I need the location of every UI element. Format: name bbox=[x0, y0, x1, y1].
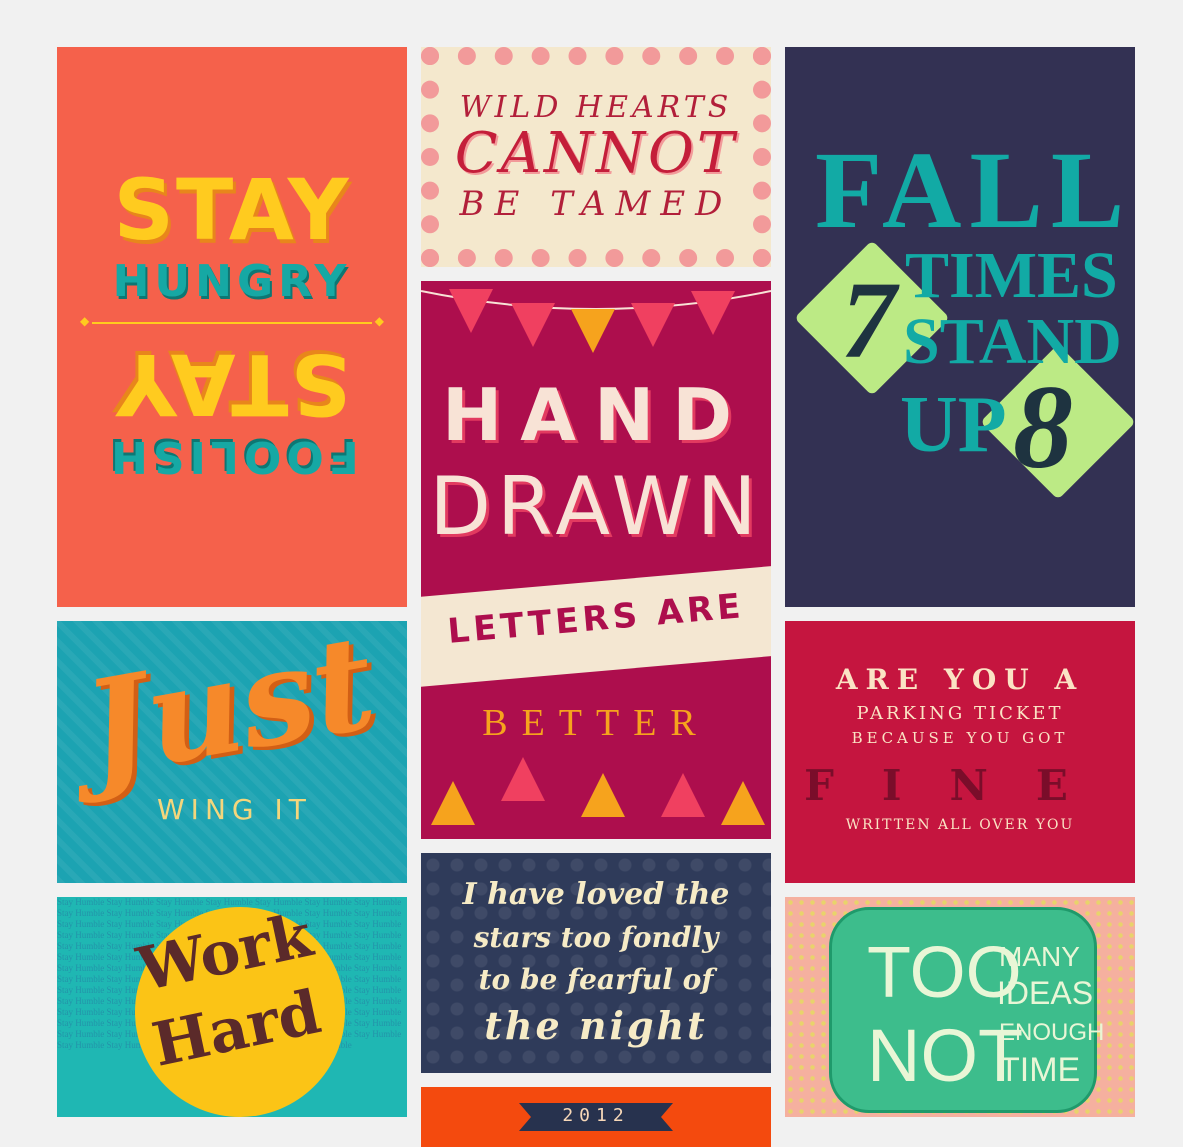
card-parking-line3: BECAUSE YOU GOT bbox=[851, 729, 1069, 747]
card-stars-line4: the night bbox=[484, 1003, 708, 1048]
card-2012[interactable]: 2012 bbox=[421, 1087, 771, 1147]
card-too-word6: TIME bbox=[999, 1051, 1081, 1089]
card-work-hard[interactable]: Stay Humble Stay Humble Stay Humble Stay… bbox=[57, 897, 407, 1117]
card-parking-ticket[interactable]: ARE YOU A PARKING TICKET BECAUSE YOU GOT… bbox=[785, 621, 1135, 883]
card-stay-hungry-flipped: FOOLISH STAY bbox=[105, 335, 359, 486]
card-stay-hungry-line3: FOOLISH bbox=[105, 431, 359, 482]
bunting-flag bbox=[571, 309, 615, 353]
card-stay-hungry[interactable]: STAY HUNGRY FOOLISH STAY bbox=[57, 47, 407, 607]
card-stars-line2: stars too fondly bbox=[473, 921, 719, 954]
card-hand-line1: HAND bbox=[441, 373, 750, 457]
card-stay-hungry-line4: STAY bbox=[113, 335, 351, 433]
card-stars-line1: I have loved the bbox=[462, 877, 730, 912]
decorative-border bbox=[421, 47, 771, 267]
card-too-word5: ENOUGH bbox=[999, 1019, 1105, 1046]
card-parking-line5: WRITTEN ALL OVER YOU bbox=[845, 817, 1075, 833]
card-fall-seven[interactable]: FALL 7 TIMES STAND UP 8 bbox=[785, 47, 1135, 607]
bunting-flag bbox=[691, 291, 735, 335]
card-fall-line4: UP bbox=[900, 381, 1007, 469]
card-parking-line4: FINE bbox=[804, 761, 1116, 810]
card-too-word2: MANY bbox=[999, 941, 1080, 972]
card-fall-num2: 8 bbox=[1013, 360, 1073, 493]
card-just-line2: WING IT bbox=[157, 793, 312, 826]
card-too-many-ideas[interactable]: TOO MANY IDEAS NOT ENOUGH TIME bbox=[785, 897, 1135, 1117]
card-just-wing-it[interactable]: Just WING IT bbox=[57, 621, 407, 883]
card-stars-line3: to be fearful of bbox=[478, 963, 714, 996]
card-wild-hearts[interactable]: WILD HEARTS CANNOT BE TAMED bbox=[421, 47, 771, 267]
bunting-flag bbox=[581, 773, 625, 817]
card-stay-hungry-line1: STAY bbox=[113, 161, 351, 259]
card-fall-line2: TIMES bbox=[905, 239, 1118, 312]
divider bbox=[80, 314, 384, 328]
bunting-flag bbox=[631, 303, 675, 347]
bunting-flag bbox=[449, 289, 493, 333]
card-fall-num1: 7 bbox=[841, 259, 896, 381]
card-just-line1: Just bbox=[73, 621, 386, 806]
card-stars-quote[interactable]: I have loved the stars too fondly to be … bbox=[421, 853, 771, 1073]
card-fall-line1: FALL bbox=[815, 129, 1133, 251]
card-parking-line1: ARE YOU A bbox=[835, 663, 1085, 696]
card-hand-line4: BETTER bbox=[482, 702, 710, 744]
card-hand-line2: DRAWN bbox=[429, 460, 763, 553]
card-stay-hungry-line2: HUNGRY bbox=[112, 256, 352, 307]
card-2012-year: 2012 bbox=[562, 1105, 630, 1126]
card-too-word3: IDEAS bbox=[997, 975, 1094, 1011]
card-hand-drawn[interactable]: HAND DRAWN LETTERS ARE BETTER bbox=[421, 281, 771, 839]
bunting-flag bbox=[661, 773, 705, 817]
bunting-flag bbox=[431, 781, 475, 825]
bunting-flag bbox=[511, 303, 555, 347]
card-parking-line2: PARKING TICKET bbox=[856, 703, 1064, 724]
bunting-flag bbox=[721, 781, 765, 825]
bunting-flag bbox=[501, 757, 545, 801]
